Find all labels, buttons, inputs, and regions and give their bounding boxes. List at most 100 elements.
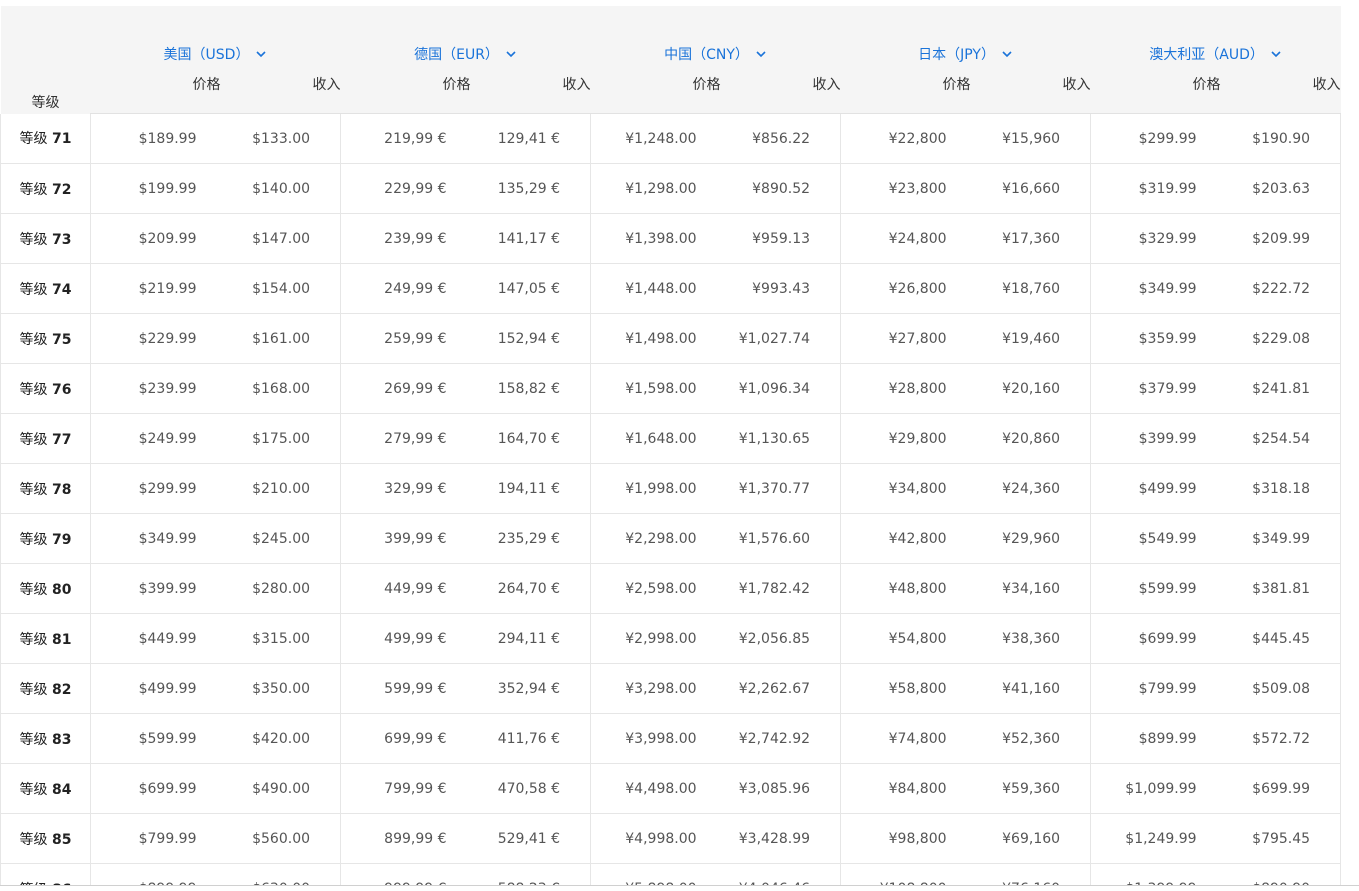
currency-dropdown-aud[interactable]: 澳大利亚（AUD）	[1090, 6, 1341, 66]
price-cell: $799.99	[1090, 663, 1221, 714]
tier-prefix: 等级	[19, 531, 48, 548]
price-cell: $699.99	[1090, 613, 1221, 664]
revenue-cell: $509.08	[1220, 663, 1341, 714]
price-cell: 499,99 €	[340, 613, 471, 664]
currency-dropdown-eur[interactable]: 德国（EUR）	[340, 6, 591, 66]
currency-selector[interactable]: 中国（CNY）	[664, 44, 767, 64]
price-tier-table: 等级 美国（USD） 德国（EUR） 中国（CNY） 日本（JPY） 澳大利亚（…	[0, 6, 1341, 885]
revenue-cell: ¥52,360	[970, 713, 1092, 764]
tier-number: 84	[51, 781, 72, 798]
currency-label: 澳大利亚（AUD）	[1149, 47, 1264, 63]
price-cell: $399.99	[1090, 413, 1221, 464]
price-tier-table-container: 等级 美国（USD） 德国（EUR） 中国（CNY） 日本（JPY） 澳大利亚（…	[0, 6, 1341, 885]
tier-cell: 等级 81	[0, 613, 91, 664]
price-cell: $379.99	[1090, 363, 1221, 414]
currency-dropdown-cny[interactable]: 中国（CNY）	[590, 6, 841, 66]
table-row: 等级 78 $299.99 $210.00 329,99 €194,11 € ¥1,99…	[0, 463, 1341, 514]
revenue-cell: ¥24,360	[970, 463, 1092, 514]
table-row: 等级 72 $199.99 $140.00 229,99 €135,29 € ¥1,29…	[0, 163, 1341, 214]
revenue-cell: 129,41 €	[470, 113, 592, 164]
revenue-cell: 152,94 €	[470, 313, 592, 364]
currency-selector[interactable]: 德国（EUR）	[414, 44, 517, 64]
price-cell: 219,99 €	[340, 113, 471, 164]
tier-prefix: 等级	[19, 681, 48, 698]
price-column-header: 价格	[840, 66, 971, 114]
price-cell: $799.99	[90, 813, 221, 864]
currency-label: 德国（EUR）	[414, 47, 499, 63]
price-cell: ¥22,800	[840, 113, 971, 164]
revenue-column-header: 收入	[220, 66, 341, 114]
price-cell: $189.99	[90, 113, 221, 164]
price-cell: 399,99 €	[340, 513, 471, 564]
price-cell: ¥29,800	[840, 413, 971, 464]
revenue-cell: $245.00	[220, 513, 342, 564]
tier-column-header: 等级	[0, 6, 91, 114]
chevron-down-icon	[755, 48, 767, 60]
tier-cell: 等级 79	[0, 513, 91, 564]
price-cell: ¥1,998.00	[590, 463, 721, 514]
tier-prefix: 等级	[19, 181, 48, 198]
currency-dropdown-usd[interactable]: 美国（USD）	[90, 6, 341, 66]
table-row: 等级 82 $499.99 $350.00 599,99 €352,94 € ¥3,29…	[0, 663, 1341, 714]
revenue-cell: 235,29 €	[470, 513, 592, 564]
revenue-cell: ¥18,760	[970, 263, 1092, 314]
price-cell: ¥5,898.00	[590, 863, 721, 885]
table-row: 等级 84 $699.99 $490.00 799,99 €470,58 € ¥4,49…	[0, 763, 1341, 814]
tier-cell: 等级 80	[0, 563, 91, 614]
price-cell: 899,99 €	[340, 813, 471, 864]
tier-number: 72	[51, 181, 72, 198]
revenue-cell: ¥890.52	[720, 163, 842, 214]
tier-cell: 等级 76	[0, 363, 91, 414]
price-cell: ¥24,800	[840, 213, 971, 264]
price-cell: ¥54,800	[840, 613, 971, 664]
revenue-cell: $572.72	[1220, 713, 1341, 764]
revenue-cell: ¥41,160	[970, 663, 1092, 714]
price-cell: $349.99	[90, 513, 221, 564]
revenue-cell: $630.00	[220, 863, 342, 885]
revenue-cell: $445.45	[1220, 613, 1341, 664]
currency-selector[interactable]: 日本（JPY）	[918, 44, 1013, 64]
revenue-cell: ¥16,660	[970, 163, 1092, 214]
revenue-cell: ¥993.43	[720, 263, 842, 314]
revenue-cell: ¥59,360	[970, 763, 1092, 814]
tier-number: 79	[51, 531, 72, 548]
currency-selector[interactable]: 美国（USD）	[164, 44, 268, 64]
tier-cell: 等级 83	[0, 713, 91, 764]
revenue-cell: $349.99	[1220, 513, 1341, 564]
price-cell: ¥1,498.00	[590, 313, 721, 364]
price-cell: $549.99	[1090, 513, 1221, 564]
price-cell: ¥4,998.00	[590, 813, 721, 864]
column-label-row: 价格 收入 价格 收入 价格 收入 价格 收入 价格 收入	[1, 66, 1341, 114]
revenue-cell: $890.90	[1220, 863, 1341, 885]
table-row: 等级 71 $189.99 $133.00 219,99 €129,41 € ¥1,24…	[0, 113, 1341, 164]
revenue-cell: $209.99	[1220, 213, 1341, 264]
revenue-cell: 411,76 €	[470, 713, 592, 764]
revenue-cell: $140.00	[220, 163, 342, 214]
revenue-cell: ¥76,160	[970, 863, 1092, 885]
revenue-cell: 470,58 €	[470, 763, 592, 814]
price-cell: 259,99 €	[340, 313, 471, 364]
price-cell: ¥58,800	[840, 663, 971, 714]
price-cell: 599,99 €	[340, 663, 471, 714]
revenue-cell: ¥1,782.42	[720, 563, 842, 614]
price-cell: $1,399.99	[1090, 863, 1221, 885]
tier-number: 74	[51, 281, 72, 298]
table-row: 等级 80 $399.99 $280.00 449,99 €264,70 € ¥2,59…	[0, 563, 1341, 614]
table-row: 等级 75 $229.99 $161.00 259,99 €152,94 € ¥1,49…	[0, 313, 1341, 364]
revenue-cell: $154.00	[220, 263, 342, 314]
revenue-column-header: 收入	[970, 66, 1091, 114]
price-cell: $399.99	[90, 563, 221, 614]
currency-dropdown-jpy[interactable]: 日本（JPY）	[840, 6, 1091, 66]
tier-prefix: 等级	[19, 331, 48, 348]
revenue-cell: $241.81	[1220, 363, 1341, 414]
revenue-cell: $133.00	[220, 113, 342, 164]
revenue-cell: $168.00	[220, 363, 342, 414]
revenue-cell: ¥1,576.60	[720, 513, 842, 564]
price-cell: ¥42,800	[840, 513, 971, 564]
currency-selector[interactable]: 澳大利亚（AUD）	[1149, 44, 1282, 64]
tier-prefix: 等级	[19, 481, 48, 498]
price-cell: ¥2,598.00	[590, 563, 721, 614]
revenue-cell: ¥34,160	[970, 563, 1092, 614]
tier-number: 83	[51, 731, 72, 748]
price-cell: ¥26,800	[840, 263, 971, 314]
